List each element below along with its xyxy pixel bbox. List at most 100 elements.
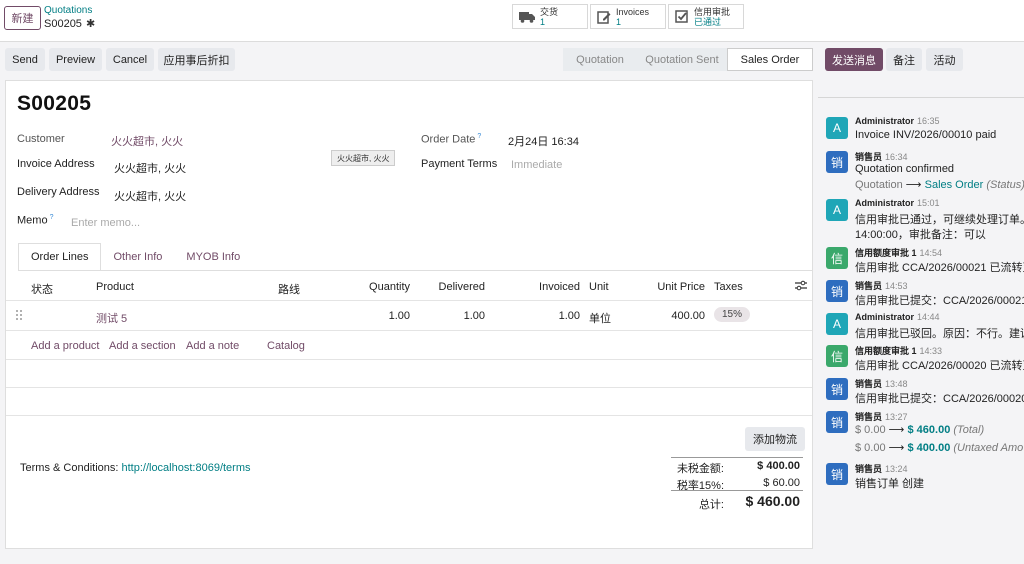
col-route[interactable]: 路线: [278, 281, 300, 297]
avatar-letter: 销: [830, 284, 843, 299]
message-time: 14:33: [919, 346, 943, 356]
total-label: 总计:: [698, 499, 724, 511]
avatar[interactable]: A: [826, 117, 848, 139]
col-product[interactable]: Product: [96, 281, 134, 293]
avatar[interactable]: 信: [826, 247, 848, 269]
col-status[interactable]: 状态: [31, 281, 53, 297]
stage-sales-order[interactable]: Sales Order: [727, 48, 813, 71]
breadcrumb-quotations[interactable]: Quotations: [44, 5, 92, 16]
preview-button[interactable]: Preview: [49, 48, 102, 71]
col-unit[interactable]: Unit: [589, 281, 609, 293]
form-sheet: S00205 Customer 火火超市, 火火 Invoice Address…: [5, 80, 813, 549]
memo-field[interactable]: Enter memo...: [71, 217, 140, 229]
tax-badge[interactable]: 15%: [714, 307, 751, 322]
arrow-icon: ⟶: [888, 442, 905, 454]
old-value: Quotation: [855, 179, 903, 191]
message-author: 销售员 13:48: [855, 377, 908, 390]
stage-quotation[interactable]: Quotation: [563, 48, 638, 71]
author-name[interactable]: Administrator: [855, 312, 914, 322]
memo-label: Memo?: [17, 214, 53, 227]
tab-myob-info[interactable]: MYOB Info: [174, 243, 252, 271]
avatar[interactable]: 销: [826, 463, 848, 485]
author-name[interactable]: 销售员: [855, 152, 882, 162]
avatar[interactable]: 销: [826, 151, 848, 173]
tab-other-info[interactable]: Other Info: [101, 243, 174, 271]
avatar[interactable]: A: [826, 313, 848, 335]
cell-product[interactable]: 测试 5: [96, 310, 127, 326]
help-icon[interactable]: ?: [477, 133, 481, 140]
cell-unit[interactable]: 单位: [589, 310, 611, 326]
invoice-address-field[interactable]: 火火超市, 火火: [114, 160, 186, 176]
tracked-field: (Total): [953, 424, 985, 436]
avatar[interactable]: 信: [826, 345, 848, 367]
tracking-change: $ 0.00 ⟶ $ 460.00 (Total): [855, 423, 984, 436]
cell-unit-price[interactable]: 400.00: [671, 310, 705, 322]
avatar[interactable]: A: [826, 199, 848, 221]
col-delivered[interactable]: Delivered: [439, 281, 485, 293]
col-invoiced[interactable]: Invoiced: [539, 281, 580, 293]
author-name[interactable]: Administrator: [855, 198, 914, 208]
author-name[interactable]: 销售员: [855, 412, 882, 422]
delivery-address-field[interactable]: 火火超市, 火火: [114, 188, 186, 204]
tab-order-lines[interactable]: Order Lines: [18, 243, 102, 271]
gear-icon[interactable]: ✱: [86, 17, 95, 30]
avatar-letter: A: [832, 317, 841, 331]
optional-columns-icon[interactable]: [795, 280, 807, 292]
author-name[interactable]: 销售员: [855, 281, 882, 291]
stage-quotation-sent[interactable]: Quotation Sent: [637, 48, 728, 71]
cell-invoiced[interactable]: 1.00: [559, 310, 580, 322]
chatter: A Administrator 16:35 Invoice INV/2026/00…: [818, 78, 1024, 564]
cancel-button[interactable]: Cancel: [106, 48, 154, 71]
smart-label: 信用审批: [694, 6, 731, 17]
drag-handle-icon[interactable]: [15, 309, 23, 321]
payment-terms-field[interactable]: Immediate: [511, 159, 562, 171]
message-time: 13:24: [885, 464, 908, 474]
new-button[interactable]: 新建: [4, 6, 41, 30]
order-date-field[interactable]: 2月24日 16:34: [508, 133, 579, 149]
message-author: Administrator 16:35: [855, 116, 940, 126]
avatar[interactable]: 销: [826, 411, 848, 433]
catalog-link[interactable]: Catalog: [267, 340, 305, 352]
author-name[interactable]: 信用额度审批 1: [855, 346, 917, 356]
apply-discount-button[interactable]: 应用事后折扣: [158, 48, 235, 71]
send-button[interactable]: Send: [5, 48, 45, 71]
message-author: Administrator 15:01: [855, 198, 940, 208]
avatar-letter: 销: [830, 467, 843, 482]
invoices-smart-button[interactable]: Invoices 1: [590, 4, 666, 29]
log-note-button[interactable]: 备注: [886, 48, 922, 71]
send-message-button[interactable]: 发送消息: [825, 48, 883, 71]
tooltip: 火火超市, 火火: [331, 150, 396, 166]
invoice-address-label: Invoice Address: [17, 158, 95, 170]
author-name[interactable]: 销售员: [855, 464, 882, 474]
author-name[interactable]: Administrator: [855, 116, 914, 126]
row-divider: [6, 359, 812, 360]
row-divider: [6, 415, 812, 416]
author-name[interactable]: 销售员: [855, 379, 882, 389]
message-time: 16:34: [885, 152, 908, 162]
col-unit-price[interactable]: Unit Price: [657, 281, 705, 293]
add-product-link[interactable]: Add a product: [31, 340, 100, 352]
message-body: Quotation confirmed: [855, 163, 955, 175]
record-name: S00205: [44, 17, 82, 30]
cell-quantity[interactable]: 1.00: [389, 310, 410, 322]
add-shipping-button[interactable]: 添加物流: [745, 427, 805, 451]
terms-link[interactable]: http://localhost:8069/terms: [121, 462, 250, 474]
col-taxes[interactable]: Taxes: [714, 281, 743, 293]
col-quantity[interactable]: Quantity: [369, 281, 410, 293]
cell-delivered[interactable]: 1.00: [464, 310, 485, 322]
credit-approval-smart-button[interactable]: 信用审批 已通过: [668, 4, 744, 29]
message-body: 信用审批 CCA/2026/00021 已流转至: [855, 262, 1024, 274]
add-section-link[interactable]: Add a section: [109, 340, 176, 352]
control-panel-top: 新建 Quotations S00205 ✱ 交货 1 Invoices 1 信用审…: [0, 0, 1024, 42]
delivery-smart-button[interactable]: 交货 1: [512, 4, 588, 29]
message-body: 14:00:00，审批备注：可以: [855, 229, 986, 241]
help-icon[interactable]: ?: [50, 214, 54, 221]
author-name[interactable]: 信用额度审批 1: [855, 248, 917, 258]
customer-field[interactable]: 火火超市, 火火: [111, 133, 183, 149]
add-note-link[interactable]: Add a note: [186, 340, 239, 352]
message-time: 14:53: [885, 281, 908, 291]
avatar[interactable]: 销: [826, 280, 848, 302]
untaxed-amount-value: $ 400.00: [757, 460, 800, 472]
activity-button[interactable]: 活动: [926, 48, 963, 71]
avatar[interactable]: 销: [826, 378, 848, 400]
